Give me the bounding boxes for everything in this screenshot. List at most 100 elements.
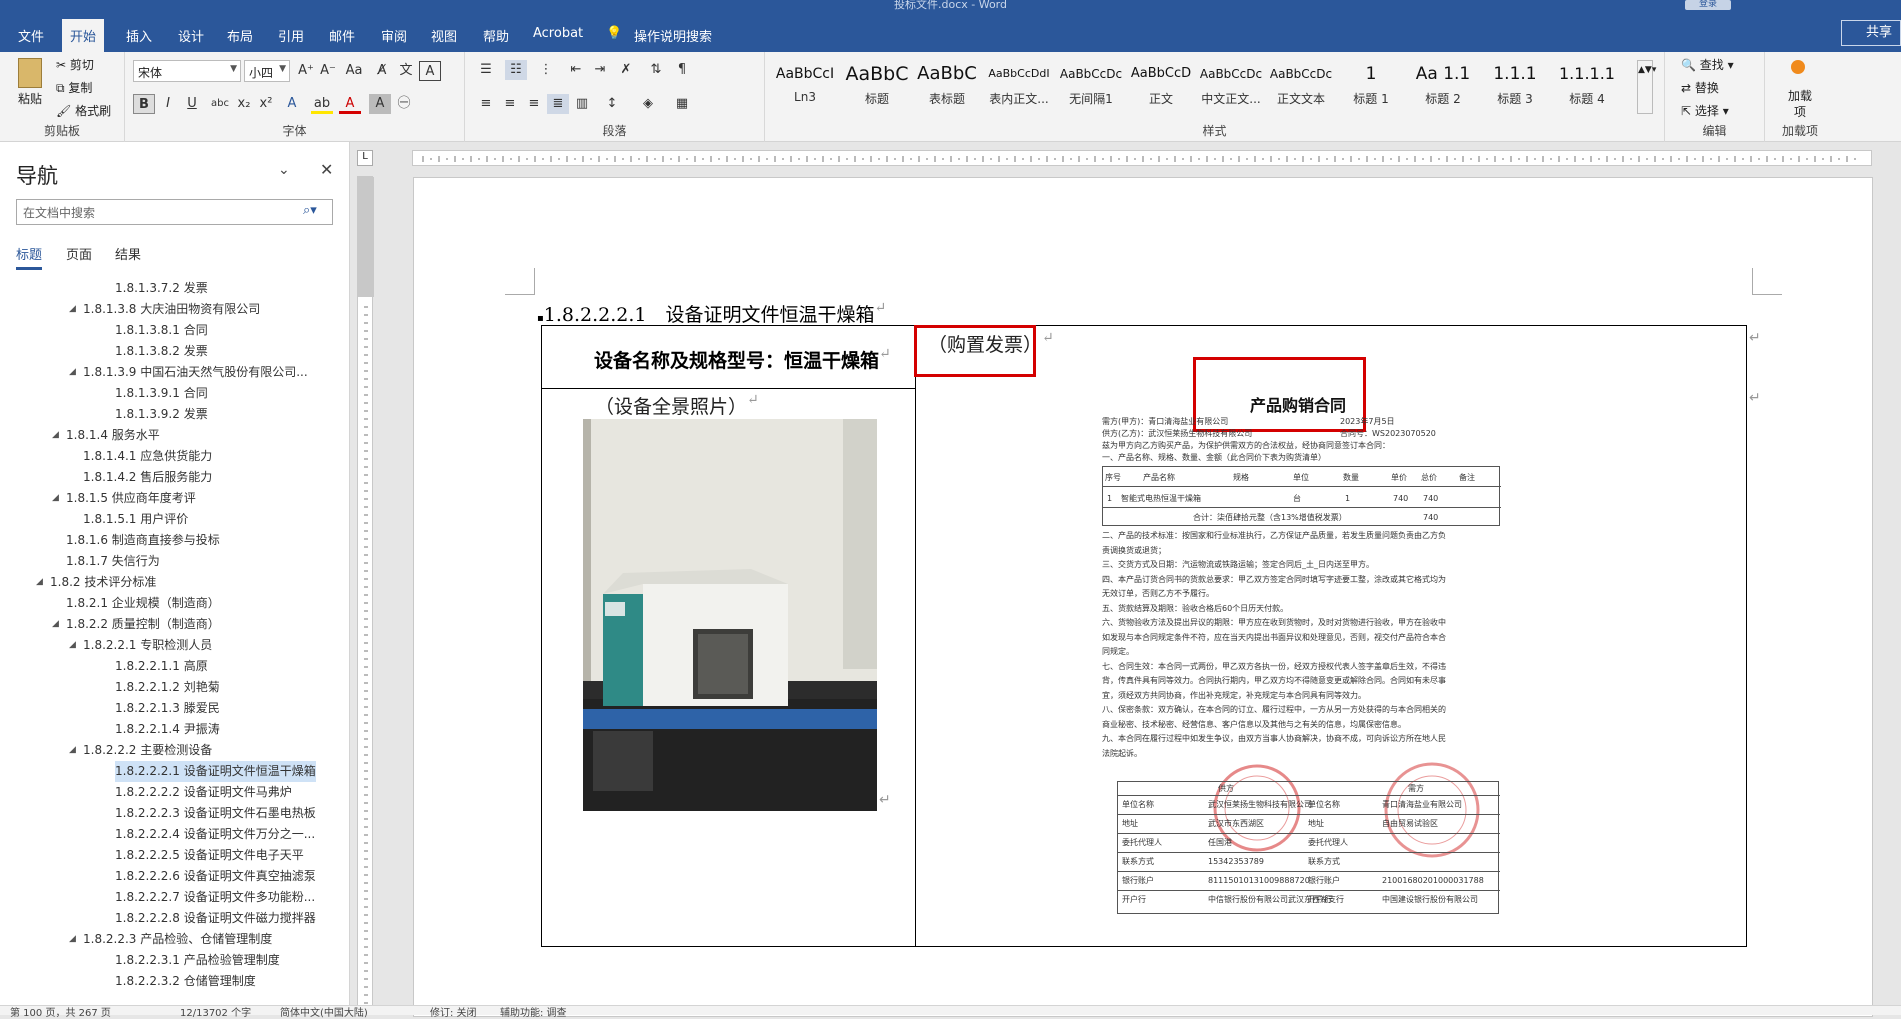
underline-icon[interactable]: U [181, 94, 203, 114]
tab-mailings[interactable]: 邮件 [329, 26, 355, 45]
accessibility[interactable]: 辅助功能: 调查 [500, 1004, 567, 1019]
search-icon[interactable]: ⌕▾ [303, 203, 317, 218]
chinese-layout-icon[interactable]: ✗ [615, 60, 637, 80]
equipment-name-cell[interactable]: 设备名称及规格型号：恒温干燥箱 ↵ [594, 346, 891, 373]
nav-heading-item[interactable]: 1.8.1.6 制造商直接参与投标 [66, 530, 220, 551]
tab-design[interactable]: 设计 [178, 26, 204, 45]
nav-heading-item[interactable]: 1.8.1.4 服务水平 [66, 425, 160, 446]
paste-icon[interactable] [18, 58, 42, 88]
nav-heading-item[interactable]: 1.8.2 技术评分标准 [50, 572, 156, 593]
sort-icon[interactable]: ⇅ [645, 60, 667, 80]
line-spacing-icon[interactable]: ↕ [601, 94, 623, 114]
nav-tab-results[interactable]: 结果 [115, 244, 141, 263]
nav-heading-item[interactable]: 1.8.2.2.3.2 仓储管理制度 [115, 971, 256, 992]
chevron-down-icon[interactable]: ⌄ [278, 162, 290, 178]
language[interactable]: 简体中文(中国大陆) [280, 1004, 368, 1019]
collapse-caret-icon[interactable]: ◢ [69, 934, 76, 944]
font-size-combo[interactable]: 小四 ▼ [244, 60, 290, 82]
decrease-indent-icon[interactable]: ⇤ [565, 60, 587, 80]
change-case-icon[interactable]: Aa [343, 61, 365, 81]
style-table-title[interactable]: AaBbC 表标题 [912, 58, 982, 118]
nav-heading-item[interactable]: 1.8.1.3.7.2 发票 [115, 278, 208, 299]
nav-heading-item[interactable]: 1.8.1.3.9.1 合同 [115, 383, 208, 404]
nav-heading-item[interactable]: 1.8.1.4.1 应急供货能力 [83, 446, 212, 467]
align-center-icon[interactable]: ≡ [499, 94, 521, 114]
nav-heading-item[interactable]: 1.8.1.7 失信行为 [66, 551, 160, 572]
collapse-caret-icon[interactable]: ◢ [36, 577, 43, 587]
replace-button[interactable]: ⇄ 替换 [1681, 79, 1719, 96]
nav-heading-item[interactable]: 1.8.2.2.2.6 设备证明文件真空抽滤泵 [115, 866, 316, 887]
subscript-icon[interactable]: x₂ [233, 94, 255, 114]
justify-icon[interactable]: ≣ [547, 94, 569, 114]
nav-tab-pages[interactable]: 页面 [66, 244, 92, 263]
nav-heading-item[interactable]: 1.8.2.2.1.3 滕爱民 [115, 698, 220, 719]
tab-file[interactable]: 文件 [18, 26, 44, 45]
grow-font-icon[interactable]: A⁺ [295, 61, 317, 81]
tab-insert[interactable]: 插入 [126, 26, 152, 45]
tab-references[interactable]: 引用 [278, 26, 304, 45]
tab-home[interactable]: 开始 [62, 19, 105, 52]
nav-heading-item[interactable]: 1.8.2.2.2.3 设备证明文件石墨电热板 [115, 803, 316, 824]
nav-heading-item[interactable]: 1.8.2.2.1.1 高原 [115, 656, 208, 677]
horizontal-ruler[interactable] [412, 150, 1872, 166]
style-heading-2[interactable]: Aa 1.1 标题 2 [1408, 58, 1478, 118]
tab-review[interactable]: 审阅 [381, 26, 407, 45]
track-changes[interactable]: 修订: 关闭 [430, 1004, 477, 1019]
nav-heading-item[interactable]: 1.8.1.3.8 大庆油田物资有限公司 [83, 299, 260, 320]
tell-me-search[interactable]: 操作说明搜索 [634, 26, 712, 45]
multilevel-list-icon[interactable]: ⋮ [535, 60, 557, 80]
show-marks-icon[interactable]: ¶ [671, 60, 693, 80]
nav-heading-item[interactable]: 1.8.2.2.1.4 尹振涛 [115, 719, 220, 740]
superscript-icon[interactable]: x² [255, 94, 277, 114]
format-painter-button[interactable]: 🖌 格式刷 [56, 102, 111, 119]
collapse-caret-icon[interactable]: ◢ [52, 430, 59, 440]
word-count[interactable]: 12/13702 个字 [180, 1004, 251, 1019]
shrink-font-icon[interactable]: A⁻ [317, 61, 339, 81]
paste-button[interactable]: 粘贴 [18, 90, 42, 107]
nav-heading-item[interactable]: 1.8.2.2.1.2 刘艳菊 [115, 677, 220, 698]
close-icon[interactable]: ✕ [320, 160, 333, 179]
tab-selector[interactable]: L [357, 150, 373, 166]
align-right-icon[interactable]: ≡ [523, 94, 545, 114]
tab-help[interactable]: 帮助 [483, 26, 509, 45]
equipment-photo[interactable] [583, 419, 877, 811]
nav-heading-item[interactable]: 1.8.2.2.3 产品检验、仓储管理制度 [83, 929, 272, 950]
shading-icon[interactable]: ◈ [637, 94, 659, 114]
collapse-caret-icon[interactable]: ◢ [69, 640, 76, 650]
section-heading[interactable]: ▪1.8.2.2.2.1 设备证明文件恒温干燥箱 ↵ [537, 300, 886, 327]
nav-heading-item[interactable]: 1.8.2.2.2.1 设备证明文件恒温干燥箱 [115, 761, 316, 782]
nav-tab-headings[interactable]: 标题 [16, 244, 43, 270]
phonetic-icon[interactable]: 文 [395, 61, 417, 81]
style-chinese-body[interactable]: AaBbCcDc 中文正文... [1196, 58, 1266, 118]
tab-view[interactable]: 视图 [431, 26, 457, 45]
style-ln3[interactable]: AaBbCcI Ln3 [770, 58, 840, 118]
nav-heading-item[interactable]: 1.8.1.3.9.2 发票 [115, 404, 208, 425]
nav-heading-item[interactable]: 1.8.2.2 质量控制（制造商） [66, 614, 220, 635]
share-button[interactable]: 共享 [1841, 20, 1901, 46]
nav-search-input[interactable]: 在文档中搜索 [16, 199, 333, 225]
align-left-icon[interactable]: ≡ [475, 94, 497, 114]
nav-heading-item[interactable]: 1.8.2.2.2.4 设备证明文件万分之一... [115, 824, 315, 845]
photo-caption[interactable]: （设备全景照片） ↵ [595, 392, 759, 419]
nav-heading-item[interactable]: 1.8.2.2.2.5 设备证明文件电子天平 [115, 845, 304, 866]
collapse-caret-icon[interactable]: ◢ [69, 745, 76, 755]
load-addins-button[interactable]: 加载项 [1785, 88, 1815, 120]
style-normal[interactable]: AaBbCcD 正文 [1126, 58, 1196, 118]
strikethrough-icon[interactable]: abc [209, 94, 231, 114]
style-heading-3[interactable]: 1.1.1 标题 3 [1480, 58, 1550, 118]
nav-heading-item[interactable]: 1.8.1.5 供应商年度考评 [66, 488, 196, 509]
char-border-icon[interactable]: A [419, 61, 441, 81]
nav-heading-item[interactable]: 1.8.1.5.1 用户评价 [83, 509, 188, 530]
nav-heading-item[interactable]: 1.8.2.2.2 主要检测设备 [83, 740, 212, 761]
bold-icon[interactable]: B [133, 94, 155, 114]
text-effects-icon[interactable]: A [281, 94, 303, 114]
nav-heading-item[interactable]: 1.8.2.2.1 专职检测人员 [83, 635, 212, 656]
style-title[interactable]: AaBbC 标题 [842, 58, 912, 118]
clear-format-icon[interactable]: A̸ [371, 61, 393, 81]
nav-heading-item[interactable]: 1.8.2.2.3.1 产品检验管理制度 [115, 950, 280, 971]
find-button[interactable]: 🔍 查找 ▾ [1681, 56, 1734, 73]
collapse-caret-icon[interactable]: ◢ [69, 367, 76, 377]
collapse-caret-icon[interactable]: ◢ [52, 493, 59, 503]
select-button[interactable]: ⇱ 选择 ▾ [1681, 102, 1729, 119]
numbering-icon[interactable]: ☷ [505, 60, 527, 80]
